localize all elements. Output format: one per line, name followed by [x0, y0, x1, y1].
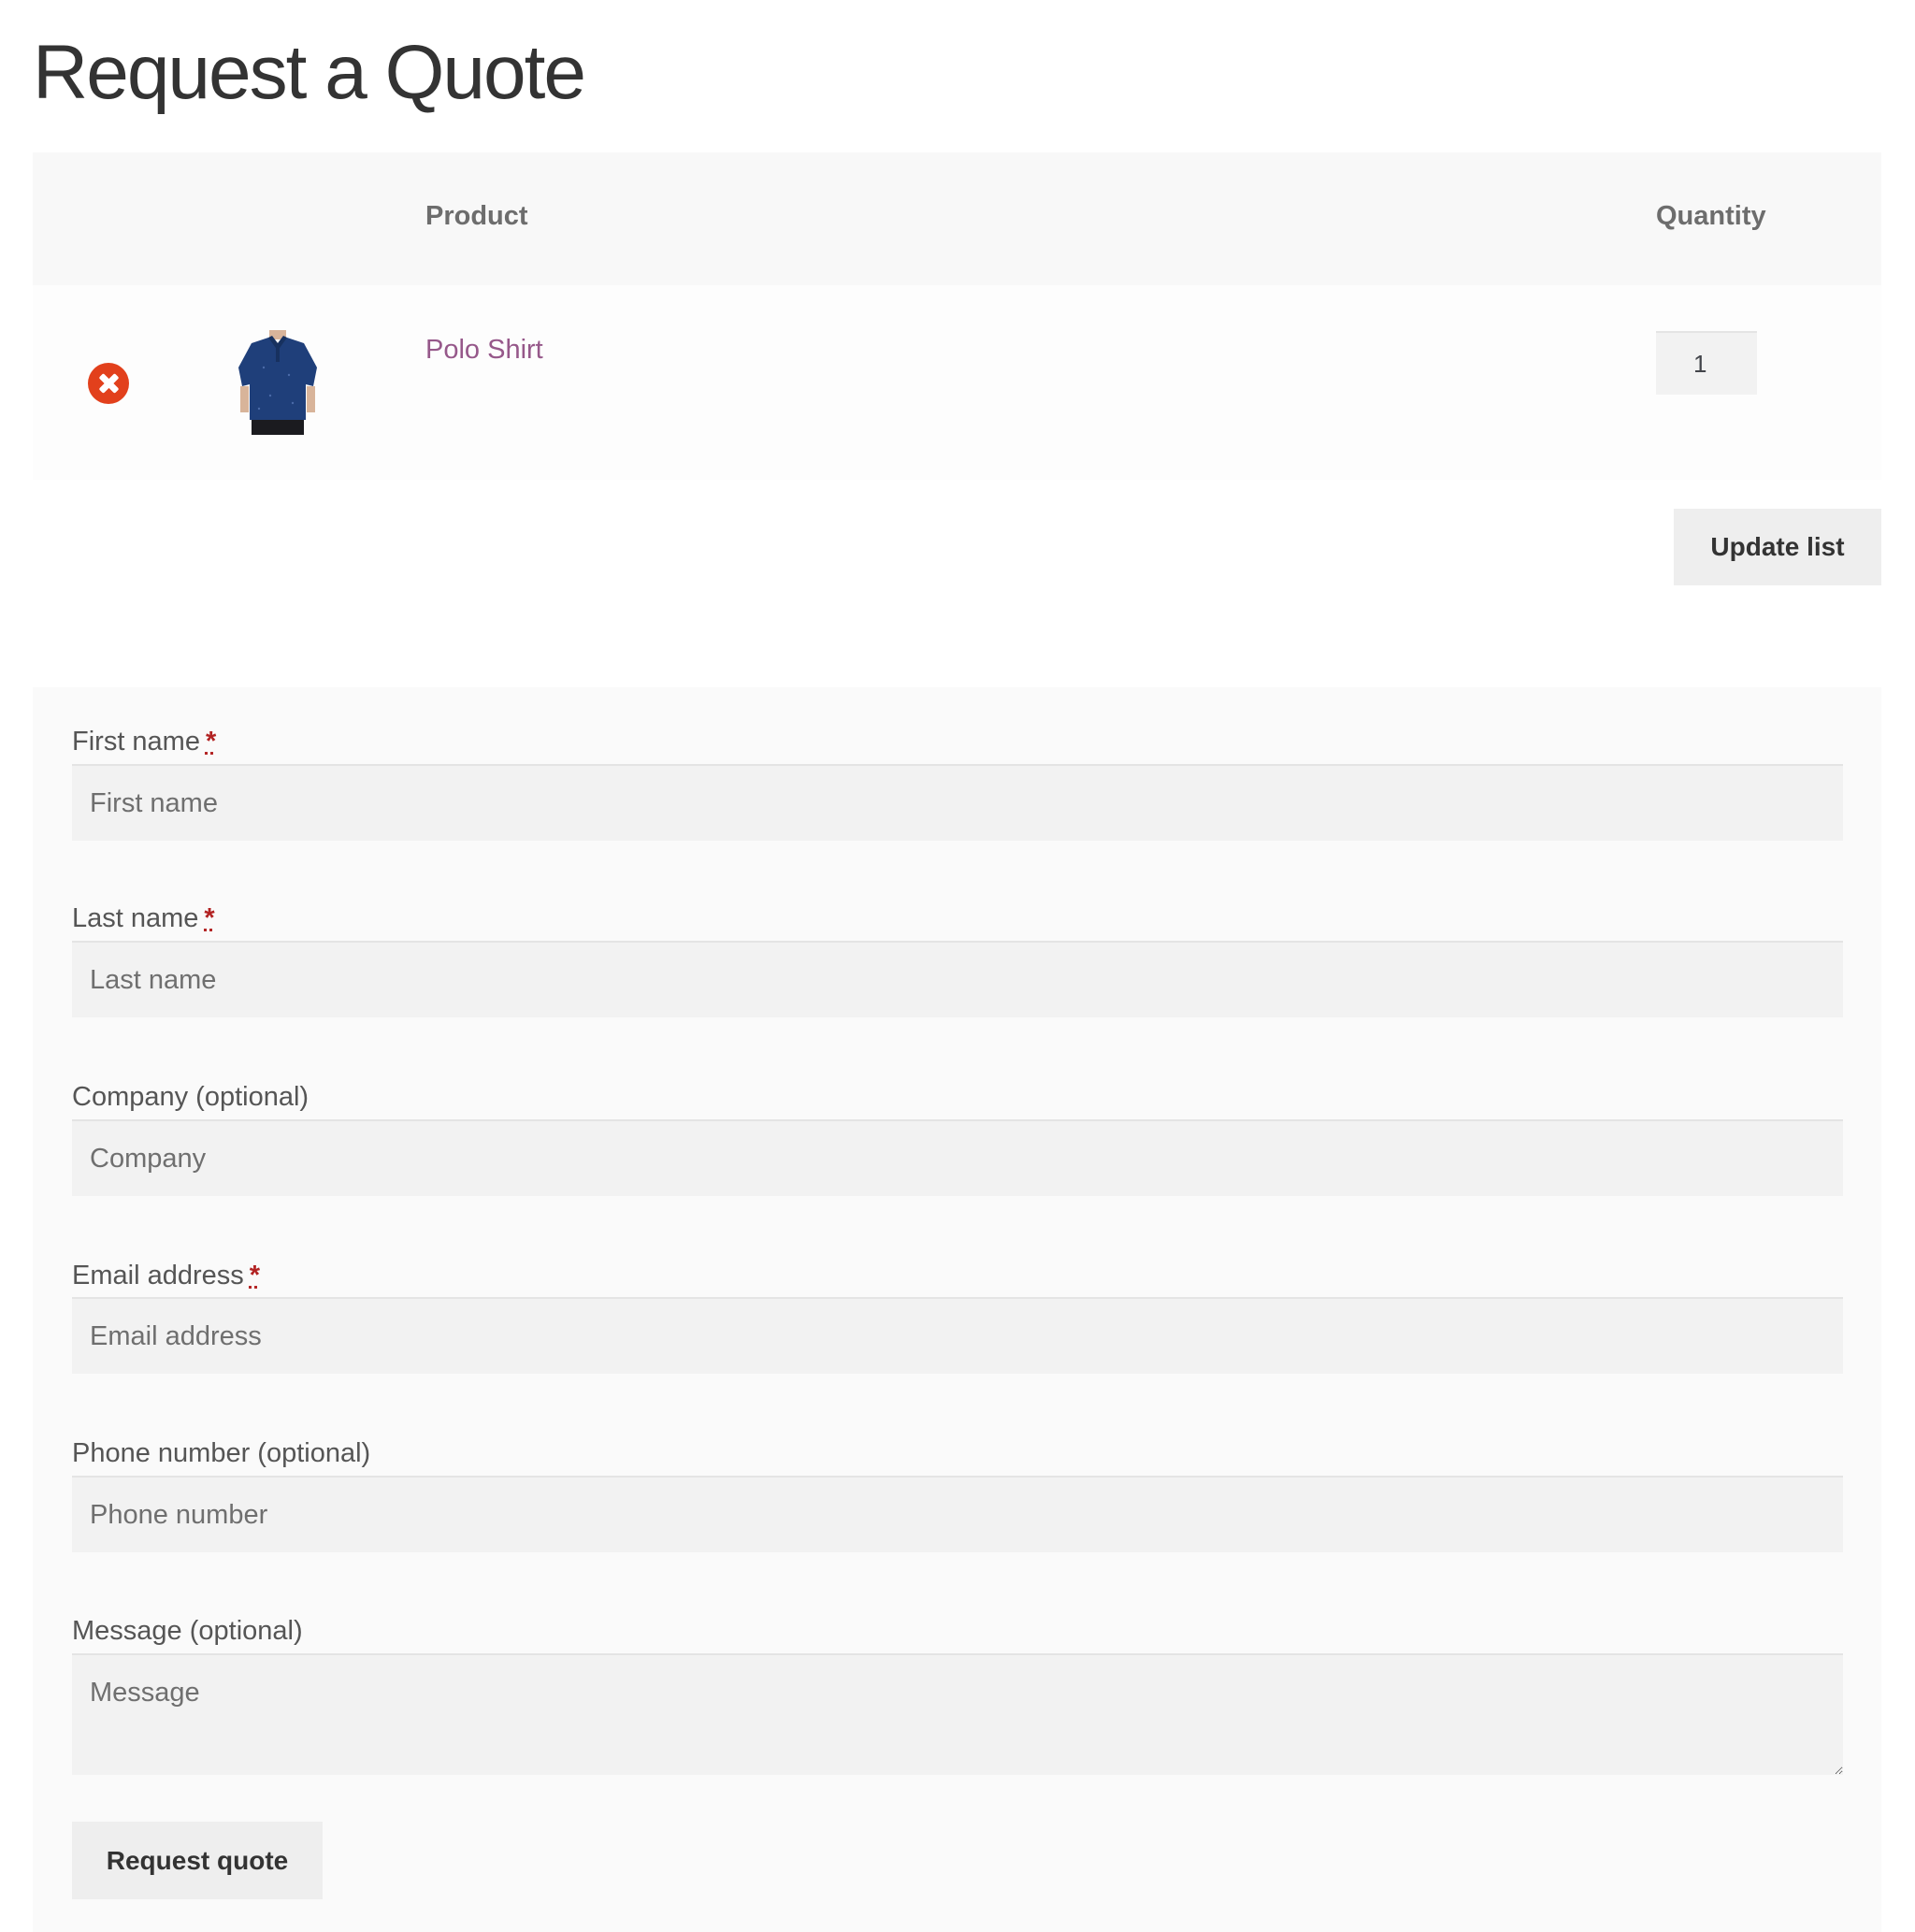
email-input[interactable]: [72, 1297, 1843, 1374]
request-quote-button[interactable]: Request quote: [72, 1822, 323, 1899]
field-group-message: Message (optional) Request quote: [33, 1579, 1881, 1932]
quote-form: First name* Last name* Company (optional…: [33, 687, 1881, 1932]
field-group-company: Company (optional): [33, 1045, 1881, 1223]
table-header: Product Quantity: [33, 152, 1881, 285]
company-label: Company (optional): [72, 1082, 310, 1112]
message-label: Message (optional): [72, 1616, 303, 1646]
quote-table: Product Quantity Polo Shirt 1: [33, 152, 1881, 480]
first-name-label: First name *: [72, 727, 217, 757]
phone-label: Phone number (optional): [72, 1438, 371, 1468]
remove-item-icon[interactable]: [88, 363, 129, 404]
field-group-last-name: Last name *: [33, 866, 1881, 1045]
field-group-phone: Phone number (optional): [33, 1401, 1881, 1579]
required-marker: *: [249, 1261, 261, 1290]
column-header-quantity: Quantity: [1656, 201, 1766, 231]
email-label: Email address *: [72, 1261, 261, 1290]
product-link[interactable]: Polo Shirt: [425, 335, 543, 366]
first-name-input[interactable]: [72, 764, 1843, 841]
phone-input[interactable]: [72, 1476, 1843, 1552]
page-title: Request a Quote: [33, 30, 586, 115]
company-input[interactable]: [72, 1119, 1843, 1196]
required-marker: *: [204, 903, 215, 933]
page: Request a Quote Product Quantity Polo Sh…: [0, 0, 1915, 1932]
quantity-input[interactable]: [1656, 331, 1757, 395]
polo-shirt-image: [238, 330, 317, 435]
last-name-input[interactable]: [72, 941, 1843, 1017]
required-marker: *: [205, 727, 217, 757]
polo-shirt-thumbnail[interactable]: [231, 330, 324, 435]
update-list-button[interactable]: Update list: [1674, 509, 1881, 585]
field-group-email: Email address *: [33, 1223, 1881, 1401]
field-group-first-name: First name *: [33, 687, 1881, 866]
message-textarea[interactable]: [72, 1653, 1843, 1775]
last-name-label: Last name *: [72, 903, 215, 933]
column-header-product: Product: [425, 201, 528, 231]
